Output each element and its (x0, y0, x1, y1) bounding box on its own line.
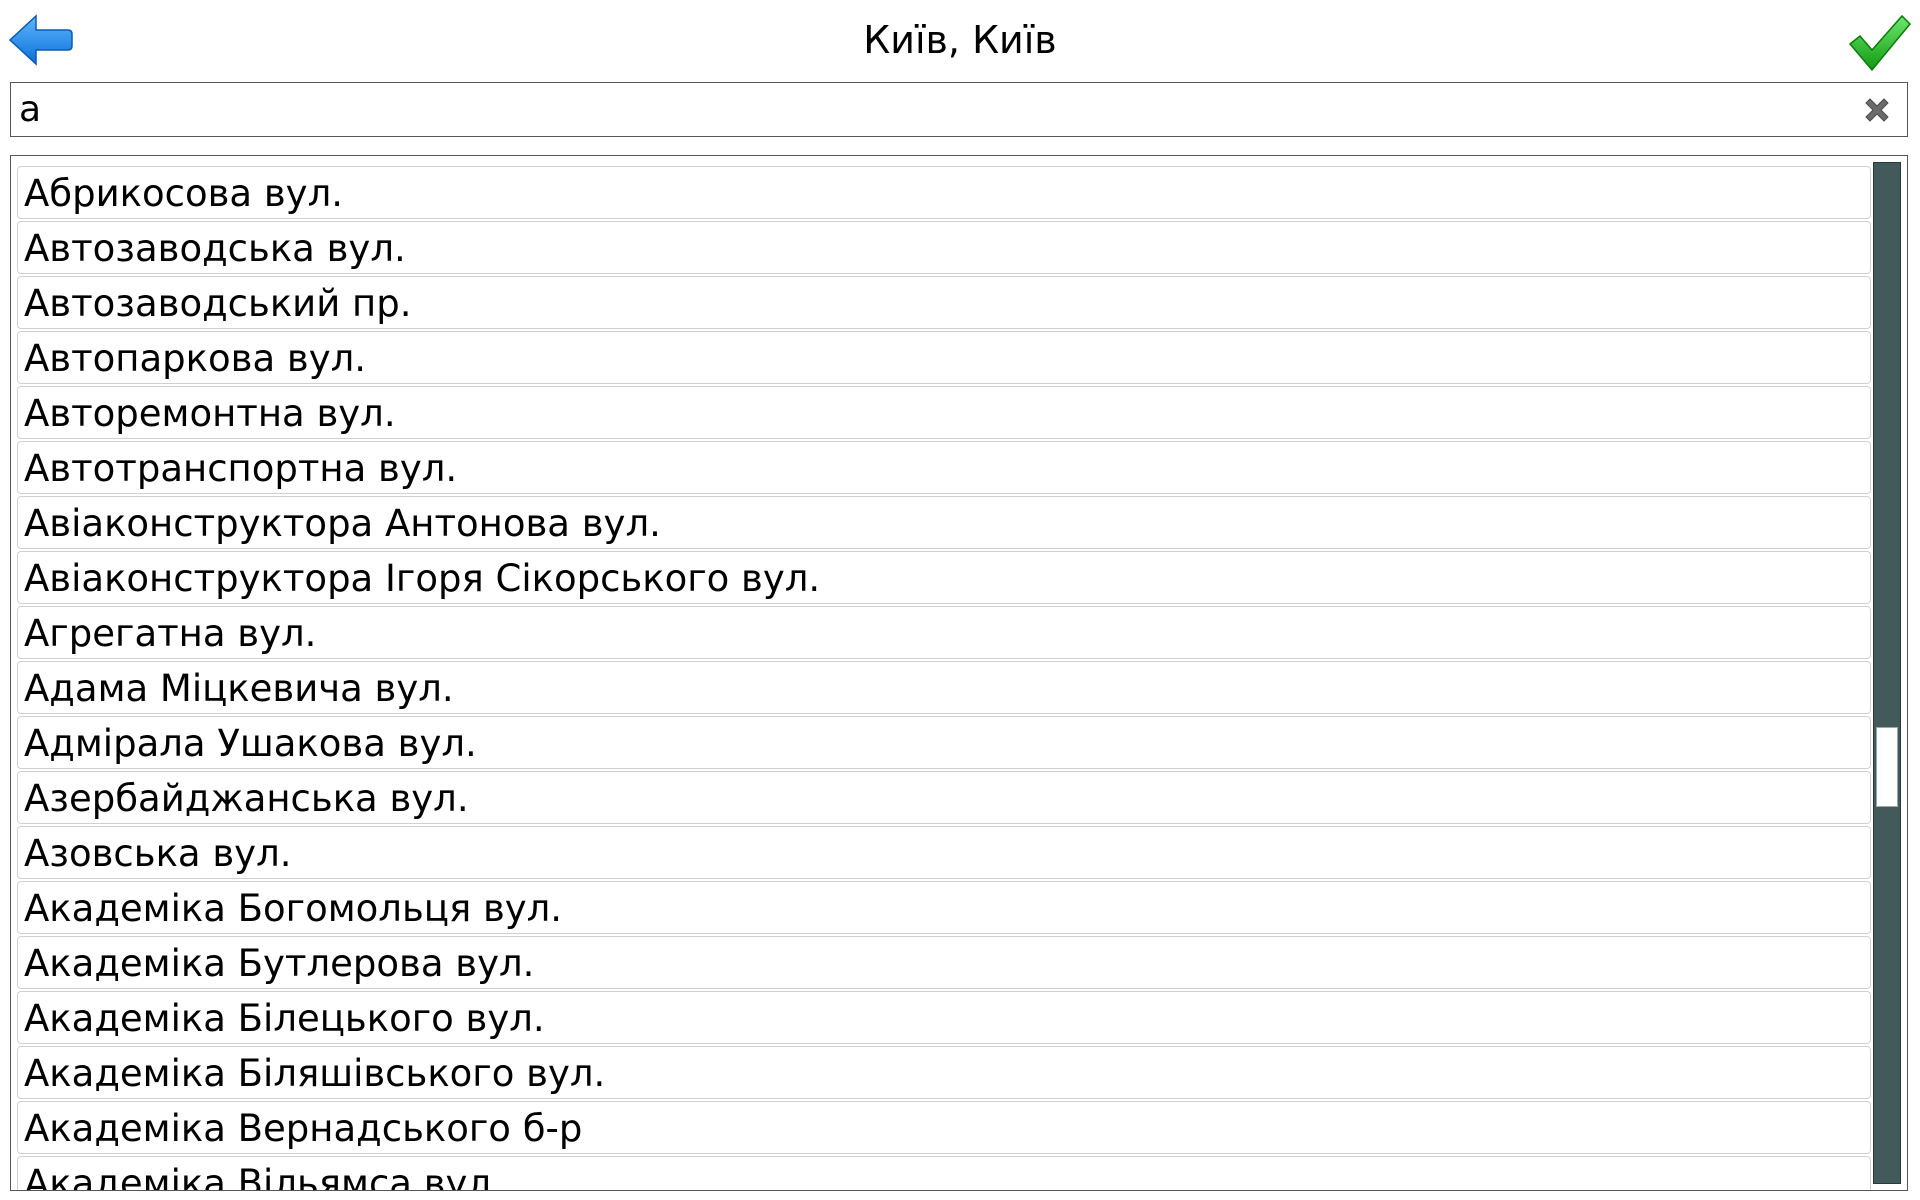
scrollbar[interactable] (1873, 162, 1901, 1184)
list-item[interactable]: Академіка Білецького вул. (17, 991, 1871, 1044)
street-list: Абрикосова вул. Автозаводська вул. Автозав… (10, 155, 1908, 1191)
list-item[interactable]: Азербайджанська вул. (17, 771, 1871, 824)
list-item[interactable]: Адмірала Ушакова вул. (17, 716, 1871, 769)
list-item[interactable]: Азовська вул. (17, 826, 1871, 879)
search-input[interactable] (19, 83, 1819, 136)
checkmark-icon (1848, 14, 1912, 72)
street-list-items: Абрикосова вул. Автозаводська вул. Автозав… (17, 166, 1871, 1190)
list-item[interactable]: Автопаркова вул. (17, 331, 1871, 384)
list-item[interactable]: Автозаводська вул. (17, 221, 1871, 274)
list-item[interactable]: Академіка Богомольця вул. (17, 881, 1871, 934)
search-box (10, 82, 1908, 137)
header: Київ, Київ (0, 0, 1920, 80)
scrollbar-thumb[interactable] (1876, 727, 1898, 807)
close-icon (1865, 98, 1889, 122)
list-item[interactable]: Абрикосова вул. (17, 166, 1871, 219)
list-item[interactable]: Авіаконструктора Ігоря Сікорського вул. (17, 551, 1871, 604)
list-item[interactable]: Адама Міцкевича вул. (17, 661, 1871, 714)
list-item[interactable]: Академіка Біляшівського вул. (17, 1046, 1871, 1099)
page-title: Київ, Київ (863, 18, 1057, 62)
confirm-button[interactable] (1848, 14, 1912, 72)
clear-search-button[interactable] (1861, 94, 1893, 126)
list-item[interactable]: Автотранспортна вул. (17, 441, 1871, 494)
list-item[interactable]: Авторемонтна вул. (17, 386, 1871, 439)
list-item[interactable]: Академіка Вернадського б-р (17, 1101, 1871, 1154)
list-item[interactable]: Автозаводський пр. (17, 276, 1871, 329)
list-item[interactable]: Агрегатна вул. (17, 606, 1871, 659)
list-item[interactable]: Авіаконструктора Антонова вул. (17, 496, 1871, 549)
list-item[interactable]: Академіка Вільямса вул. (17, 1156, 1871, 1190)
list-item[interactable]: Академіка Бутлерова вул. (17, 936, 1871, 989)
